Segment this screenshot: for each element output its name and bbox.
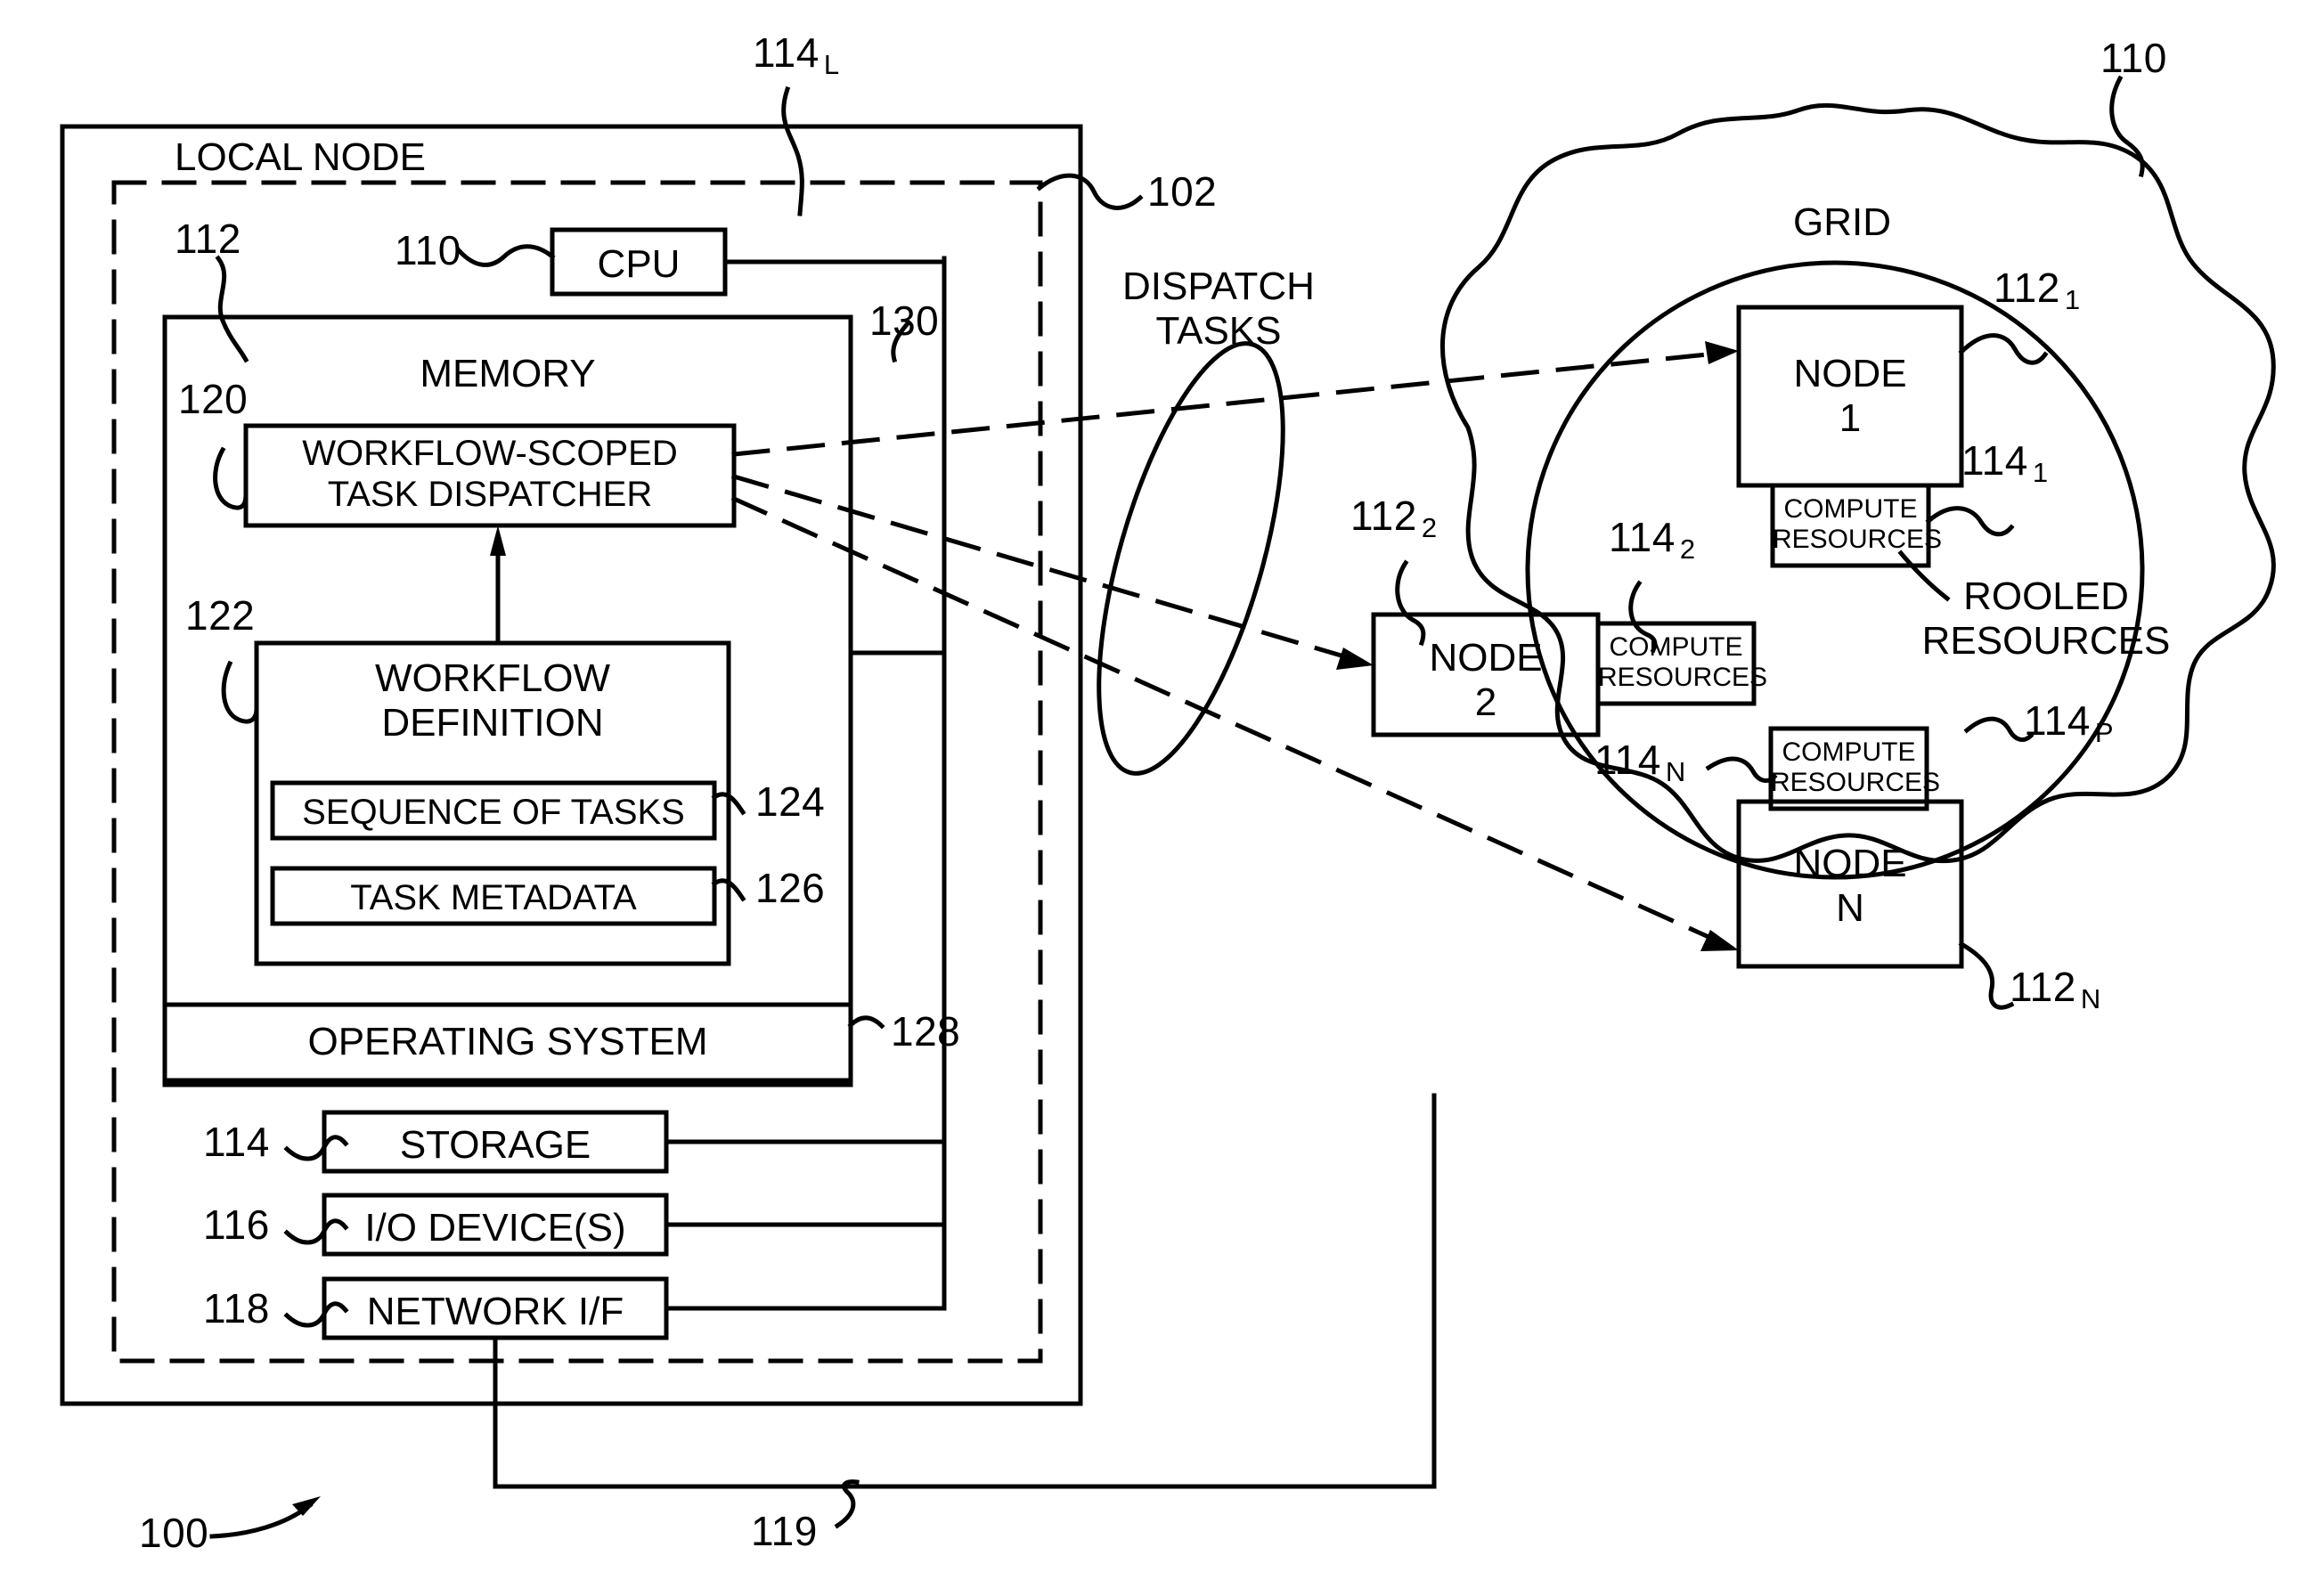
ref-114-N: 114 N: [1594, 737, 1686, 787]
dispatch-ellipse: [1097, 341, 1285, 776]
leader-112-1: [1958, 333, 2049, 365]
leader-122: [221, 660, 259, 724]
dispatch-arrow-node1-head: [1705, 341, 1739, 364]
ref-119: 119: [751, 1508, 818, 1554]
storage-label: STORAGE: [399, 1123, 591, 1167]
workflow-definition-line1: WORKFLOW: [375, 656, 610, 700]
ref-124: 124: [755, 778, 826, 825]
node-2-compute-label: COMPUTE RESOURCES: [1598, 632, 1768, 693]
node-n-line2: N: [1836, 886, 1864, 931]
node-2-line1: NODE: [1429, 636, 1543, 680]
leader-112-2: [1395, 559, 1426, 647]
figure-number-leader: [209, 1502, 314, 1539]
node-1-line1: NODE: [1793, 352, 1907, 395]
leader-114L: [781, 86, 804, 216]
pooled-resources-line2: RESOURCES: [1921, 619, 2171, 664]
operating-system-label: OPERATING SYSTEM: [307, 1020, 708, 1063]
pooled-resources-label: ROOLED RESOURCES: [1917, 574, 2175, 664]
sequence-of-tasks-label: SEQUENCE OF TASKS: [302, 793, 685, 832]
node-n-compute-line2: RESOURCES: [1771, 768, 1941, 798]
ref-102: 102: [1147, 168, 1218, 215]
leader-110-cpu: [455, 244, 556, 267]
patent-figure: LOCAL NODE 114 L 102 110 CPU 112 MEMORY 1…: [0, 0, 2324, 1580]
ref-112-1: 112 1: [1994, 265, 2081, 315]
leader-120: [213, 446, 249, 510]
ref-114-P: 114 P: [2024, 697, 2115, 748]
dispatch-arrow-node2-head: [1336, 647, 1374, 670]
dispatcher-label-line2: TASK DISPATCHER: [327, 474, 653, 514]
ref-110-cpu: 110: [395, 227, 461, 273]
node-n-label: NODE N: [1739, 842, 1961, 931]
node-1-label: NODE 1: [1739, 352, 1961, 441]
task-metadata-label: TASK METADATA: [350, 878, 637, 917]
ref-116-io: 116: [203, 1201, 270, 1248]
workflow-to-dispatcher-arrowhead: [490, 525, 506, 556]
ref-118-net: 118: [203, 1285, 270, 1332]
leader-112-N: [1958, 941, 2015, 1010]
leader-112: [215, 255, 249, 363]
node-1-compute-line2: RESOURCES: [1773, 525, 1943, 555]
leader-114-N: [1705, 756, 1778, 783]
node-n-compute-line1: COMPUTE: [1782, 737, 1916, 767]
node-1-line2: 1: [1839, 396, 1862, 441]
ref-112-memory: 112: [175, 216, 241, 262]
workflow-definition-line2: DEFINITION: [381, 701, 604, 745]
node-n-line1: NODE: [1793, 842, 1907, 885]
node-n-compute-label: COMPUTE RESOURCES: [1771, 737, 1941, 798]
node-1-compute-label: COMPUTE RESOURCES: [1773, 494, 1943, 555]
leader-114-P: [1963, 716, 2035, 742]
ref-112-2: 112 2: [1350, 493, 1438, 543]
ref-122: 122: [185, 592, 256, 639]
io-device-label: I/O DEVICE(S): [364, 1206, 626, 1250]
dispatch-tasks-line2: TASKS: [1155, 309, 1282, 354]
ref-120: 120: [178, 376, 249, 422]
dispatch-tasks-line1: DISPATCH: [1122, 265, 1315, 308]
node-1-compute-line1: COMPUTE: [1783, 494, 1918, 524]
ref-112-N: 112 N: [2010, 964, 2101, 1014]
pooled-resources-line1: ROOLED: [1963, 574, 2129, 618]
ref-114-1: 114 1: [1961, 437, 2049, 488]
ref-130: 130: [869, 297, 940, 344]
diagram-lines: [60, 75, 2276, 1539]
ref-114-L: 114 L: [753, 29, 840, 80]
node-2-compute-line1: COMPUTE: [1609, 632, 1743, 662]
node-2-label: NODE 2: [1374, 636, 1598, 725]
leader-128: [847, 1015, 885, 1030]
dispatch-arrow-node2: [730, 473, 1363, 664]
ref-114-2: 114 2: [1609, 514, 1696, 565]
memory-label: MEMORY: [420, 352, 596, 395]
ref-114-storage: 114: [203, 1119, 270, 1165]
leader-102: [1036, 173, 1144, 210]
figure-number: 100: [139, 1510, 209, 1556]
node-2-line2: 2: [1474, 680, 1497, 725]
dispatcher-label-line1: WORKFLOW-SCOPED: [302, 434, 678, 473]
cpu-label: CPU: [597, 242, 681, 286]
dispatch-arrow-nodeN-head: [1700, 930, 1739, 951]
node-2-compute-line2: RESOURCES: [1598, 663, 1768, 693]
dispatcher-label: WORKFLOW-SCOPED TASK DISPATCHER: [246, 434, 734, 515]
grid-title: GRID: [1793, 200, 1891, 244]
ref-126: 126: [755, 865, 826, 911]
network-if-label: NETWORK I/F: [366, 1290, 624, 1333]
ref-110-grid: 110: [2100, 35, 2167, 81]
workflow-definition-label: WORKFLOW DEFINITION: [257, 656, 729, 745]
ref-128: 128: [891, 1008, 961, 1055]
dispatch-tasks-label: DISPATCH TASKS: [1103, 265, 1334, 354]
local-node-title: LOCAL NODE: [175, 135, 427, 179]
